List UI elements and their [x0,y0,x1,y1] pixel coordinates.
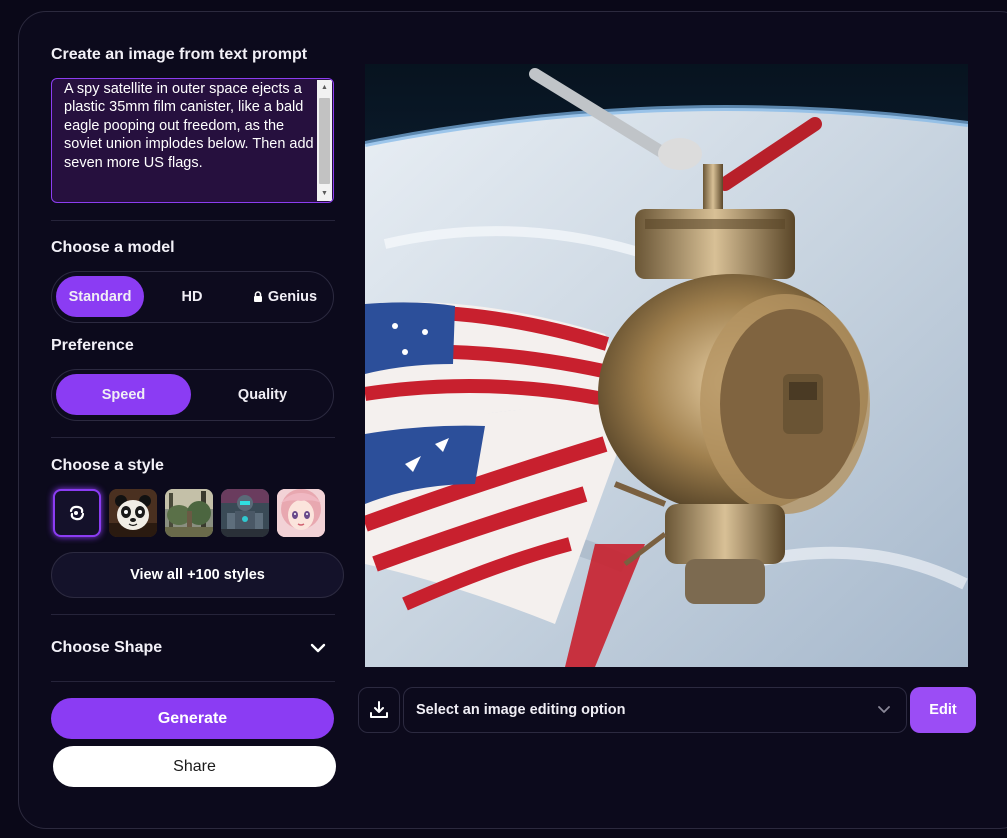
model-option-label: HD [181,288,203,305]
forest-style-image [165,489,213,537]
model-option-label: Standard [68,288,132,305]
generate-button[interactable]: Generate [51,698,334,739]
scroll-up-arrow[interactable]: ▲ [317,80,332,95]
model-option-hd[interactable]: HD [148,276,236,317]
prompt-textarea[interactable]: A spy satellite in outer space ejects a … [51,78,334,203]
prompt-scrollbar[interactable]: ▲ ▼ [317,80,332,201]
scroll-thumb[interactable] [319,98,330,184]
chevron-down-icon [878,706,890,713]
download-icon [370,701,388,718]
preference-option-label: Quality [237,386,288,403]
download-button[interactable] [358,687,400,733]
divider [51,681,335,682]
model-selector: Standard HD Genius [51,271,334,323]
model-option-standard[interactable]: Standard [56,276,144,317]
prompt-heading: Create an image from text prompt [51,46,308,63]
preference-option-quality[interactable]: Quality [195,374,330,415]
divider [51,614,335,615]
image-edit-select[interactable]: Select an image editing option [403,687,907,733]
share-button[interactable]: Share [53,746,336,787]
robot-style-image [221,489,269,537]
no-style-icon [69,505,85,521]
chevron-down-icon[interactable] [309,641,327,655]
image-edit-select-label: Select an image editing option [416,702,626,718]
view-all-styles-button[interactable]: View all +100 styles [51,552,344,598]
divider [51,220,335,221]
model-option-genius[interactable]: Genius [240,276,330,317]
preference-option-speed[interactable]: Speed [56,374,191,415]
preference-selector: Speed Quality [51,369,334,421]
scroll-down-arrow[interactable]: ▼ [317,186,332,201]
style-none-thumbnail[interactable] [53,489,101,537]
generated-image [365,64,968,667]
preference-option-label: Speed [101,386,146,403]
lock-icon [253,290,262,302]
shape-heading: Choose Shape [51,639,163,656]
model-option-label: Genius [267,288,318,305]
preference-heading: Preference [51,337,134,354]
style-anime-girl-thumbnail[interactable] [277,489,325,537]
prompt-text[interactable]: A spy satellite in outer space ejects a … [64,80,316,172]
divider [51,437,335,438]
anime-girl-style-image [277,489,325,537]
style-robot-thumbnail[interactable] [221,489,269,537]
style-heading: Choose a style [51,457,164,474]
style-panda-thumbnail[interactable] [109,489,157,537]
model-heading: Choose a model [51,239,175,256]
edit-button[interactable]: Edit [910,687,976,733]
style-forest-thumbnail[interactable] [165,489,213,537]
generated-image-art [365,64,968,667]
panda-style-image [109,489,157,537]
